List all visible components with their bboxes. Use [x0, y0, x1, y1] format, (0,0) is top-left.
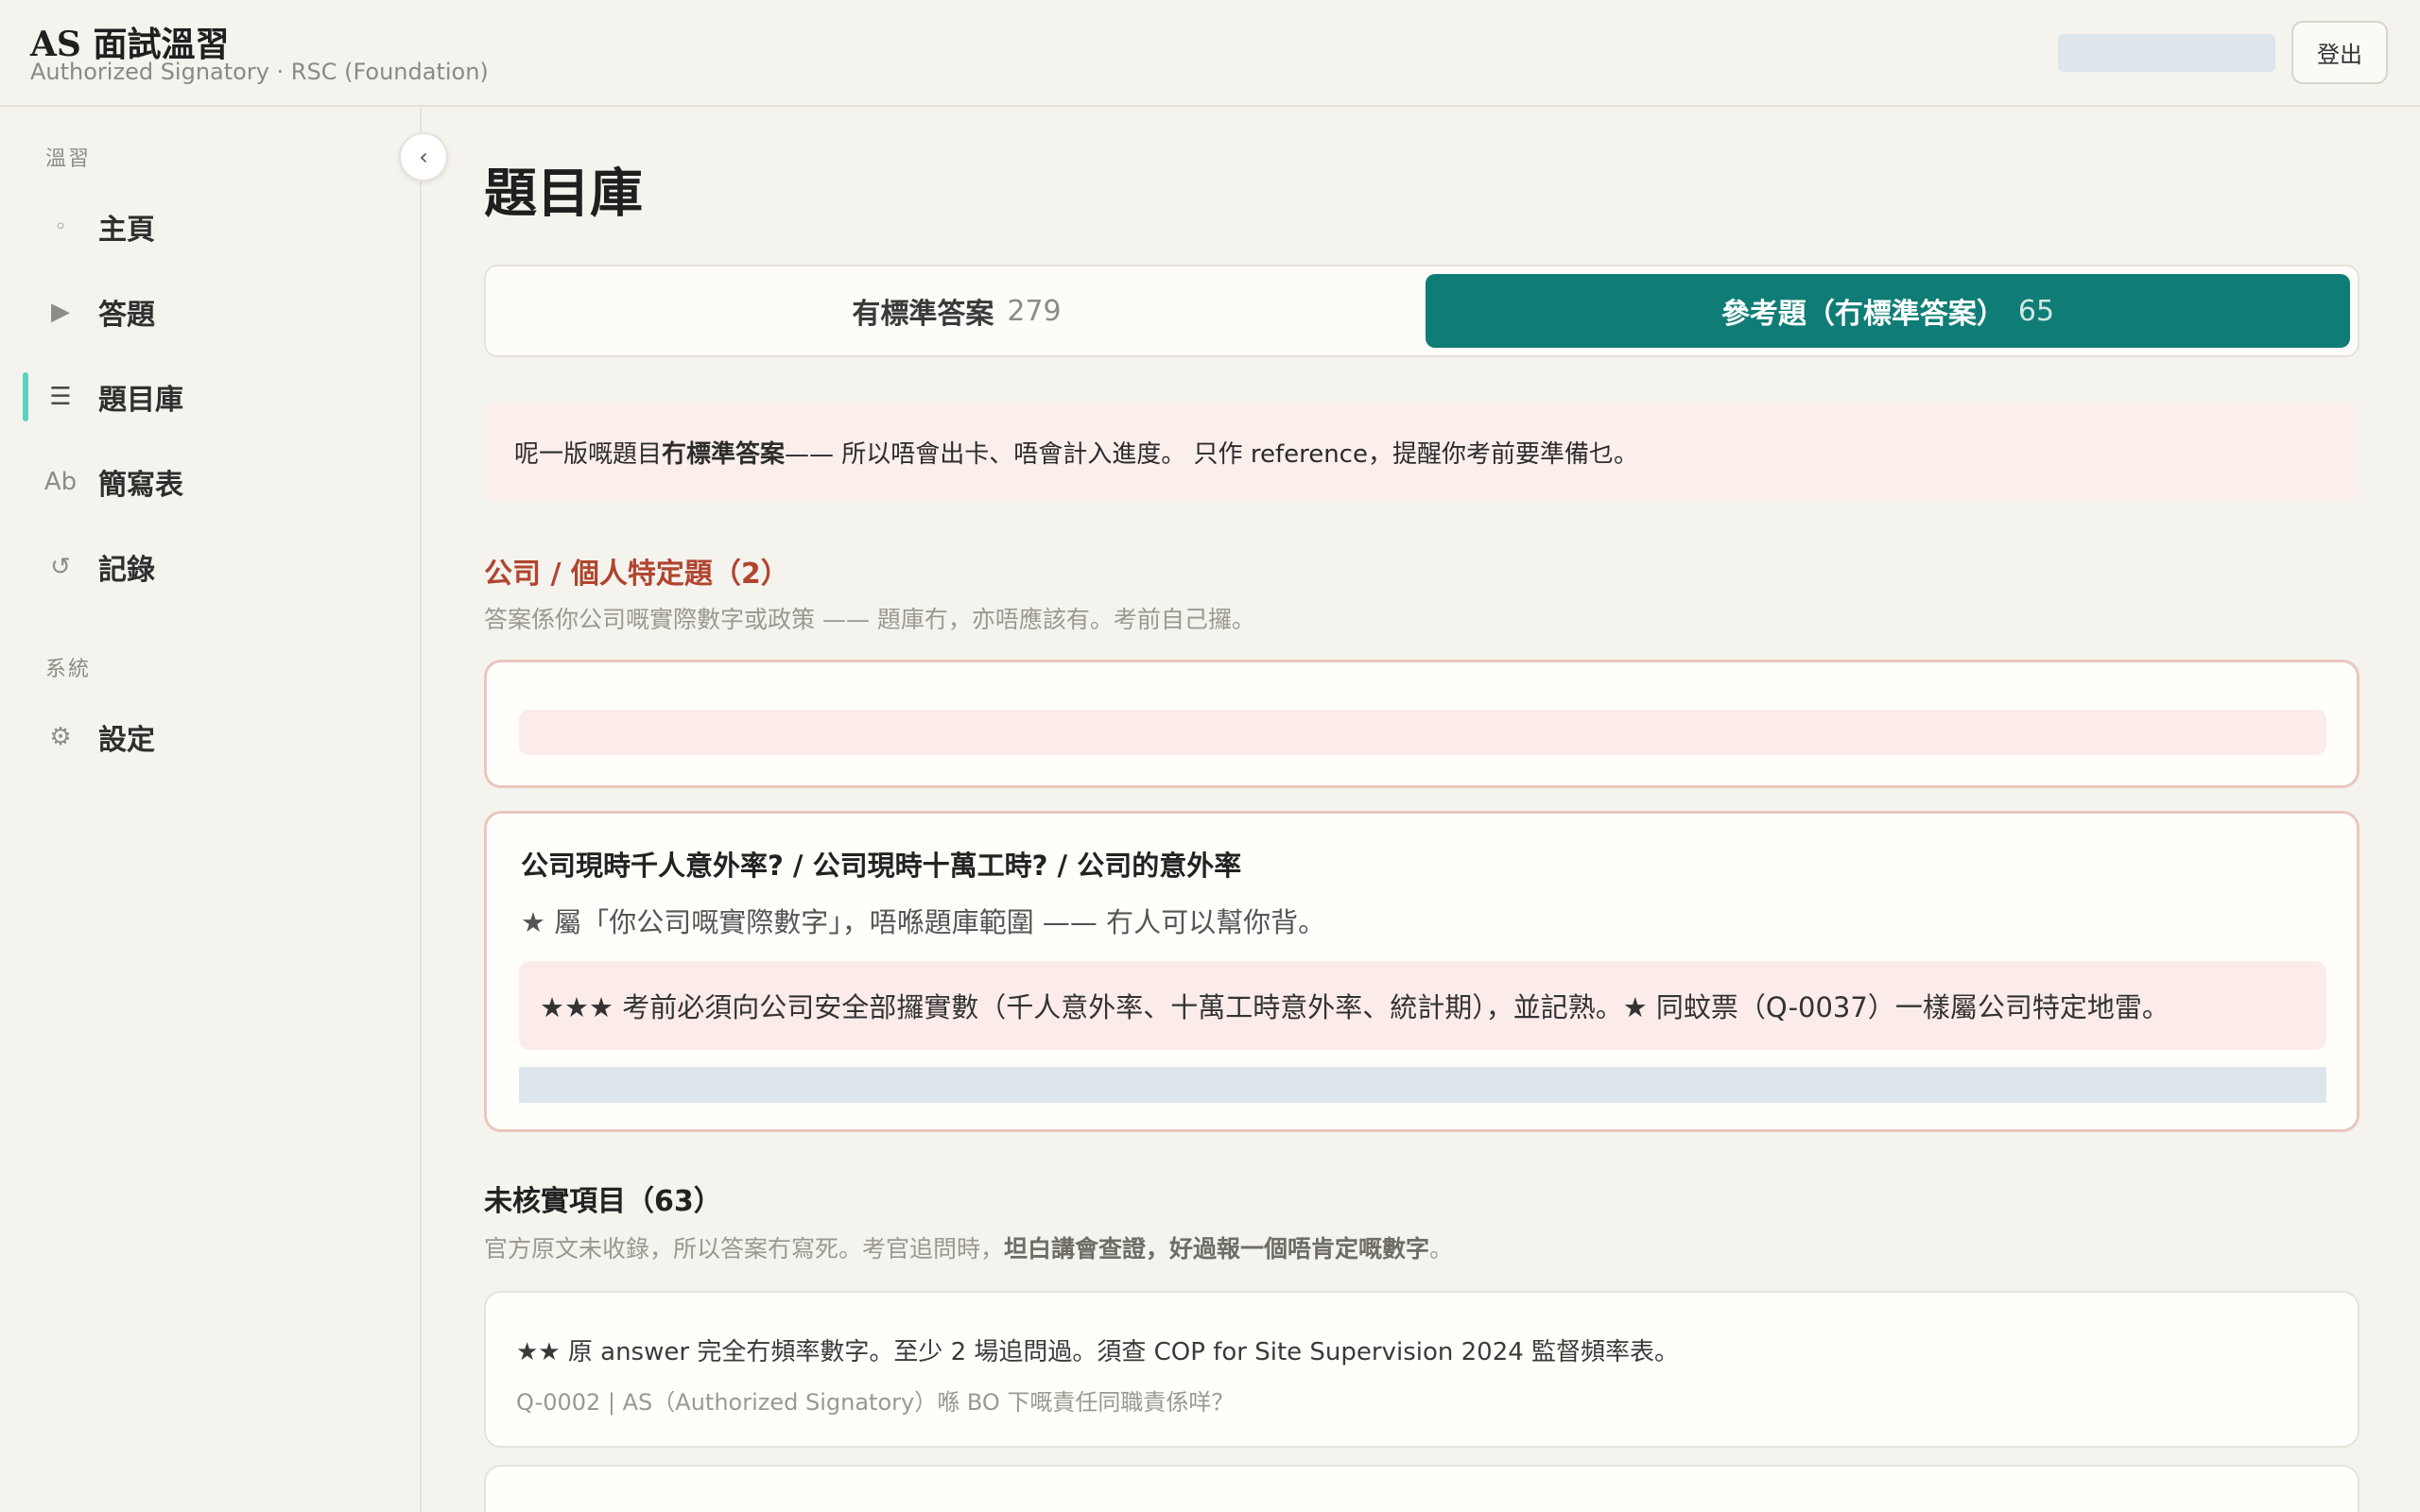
unverified-section-heading: 未核實項目（63） [484, 1185, 722, 1218]
sidebar-item-label: 主頁 [98, 214, 155, 247]
tab-label: 有標準答案 [852, 298, 994, 331]
company-question-card[interactable]: 公司現時千人意外率? / 公司現時十萬工時? / 公司的意外率 ★ 屬「你公司嘅… [484, 811, 2360, 1132]
page-title: 題目庫 [484, 163, 643, 225]
unverified-question-card[interactable]: ★★ 原 answer 完全冇頻率數字。至少 2 場追問過。須查 COP for… [484, 1291, 2360, 1448]
app-subtitle: Authorized Signatory · RSC (Foundation) [30, 59, 489, 85]
sidebar-item-label: 記錄 [98, 554, 155, 587]
notice-suffix: —— 所以唔會出卡、唔會計入進度。 只作 reference，提醒你考前要準備乜… [785, 439, 1638, 469]
unverified-section-subtitle: 官方原文未收錄，所以答案冇寫死。考官追問時，坦白講會查證，好過報一個唔肯定嘅數字… [484, 1230, 1453, 1264]
sidebar-item-question-bank[interactable]: ☰ 題目庫 [23, 367, 401, 427]
question-text: Q-0002 | AS（Authorized Signatory）喺 BO 下嘅… [516, 1389, 1235, 1416]
sidebar-collapse-button[interactable]: ‹ [399, 132, 448, 181]
subtitle-suffix: 。 [1429, 1235, 1454, 1263]
sidebar-section-system: 系統 [45, 658, 92, 681]
home-dot-icon: ◦ [54, 215, 67, 239]
question-type-tabs: 有標準答案 279 參考題（冇標準答案） 65 [484, 265, 2360, 357]
question-note: ★ 屬「你公司嘅實際數字」，唔喺題庫範圍 —— 冇人可以幫你背。 [521, 906, 1326, 938]
tab-count: 279 [1007, 294, 1062, 328]
gear-icon: ⚙ [49, 723, 72, 751]
tab-standard-answers[interactable]: 有標準答案 279 [493, 274, 1420, 348]
subtitle-bold: 坦白講會查證，好過報一個唔肯定嘅數字 [1004, 1235, 1430, 1263]
sidebar-item-home[interactable]: ◦ 主頁 [23, 197, 401, 257]
sidebar-item-quiz[interactable]: ▶ 答題 [23, 282, 401, 342]
question-callout: ★★★ 考前必須向公司安全部攞實數（千人意外率、十萬工時意外率、統計期），並記熟… [519, 961, 2326, 1050]
company-section-subtitle: 答案係你公司嘅實際數字或政策 —— 題庫冇，亦唔應該有。考前自己攞。 [484, 606, 1255, 633]
tab-label: 參考題（冇標準答案） [1720, 298, 2005, 331]
question-title: 公司現時千人意外率? / 公司現時十萬工時? / 公司的意外率 [521, 850, 1242, 882]
company-question-card-placeholder[interactable] [484, 660, 2360, 788]
subtitle-prefix: 官方原文未收錄，所以答案冇寫死。考官追問時， [484, 1235, 1005, 1263]
app-header: AS 面試溫習 Authorized Signatory · RSC (Foun… [0, 0, 2420, 107]
answer-placeholder-bar [519, 1067, 2326, 1103]
sidebar-item-label: 答題 [98, 299, 155, 332]
history-icon: ↺ [50, 553, 71, 581]
abbreviation-icon: Ab [43, 468, 78, 496]
sidebar-item-abbreviations[interactable]: Ab 簡寫表 [23, 452, 401, 512]
reference-notice-banner: 呢一版嘅題目 冇標準答案 —— 所以唔會出卡、唔會計入進度。 只作 referen… [484, 403, 2360, 501]
sidebar: 溫習 ◦ 主頁 ▶ 答題 ☰ 題目庫 Ab 簡寫表 ↺ 記錄 系統 ⚙ 設定 [0, 108, 422, 1512]
loading-skeleton-bar [519, 710, 2326, 755]
unverified-question-card[interactable] [484, 1465, 2360, 1512]
sidebar-item-label: 簡寫表 [98, 469, 183, 502]
sidebar-item-label: 設定 [98, 724, 155, 757]
sidebar-item-label: 題目庫 [98, 384, 183, 417]
sidebar-section-review: 溫習 [45, 147, 92, 171]
company-section-heading: 公司 / 個人特定題（2） [484, 558, 789, 591]
question-note: ★★ 原 answer 完全冇頻率數字。至少 2 場追問過。須查 COP for… [516, 1338, 1680, 1366]
notice-prefix: 呢一版嘅題目 [514, 439, 663, 469]
play-icon: ▶ [51, 298, 70, 326]
logout-button[interactable]: 登出 [2291, 21, 2388, 84]
tab-count: 65 [2017, 294, 2055, 328]
list-icon: ☰ [49, 383, 72, 411]
sidebar-item-settings[interactable]: ⚙ 設定 [23, 707, 401, 767]
sidebar-item-history[interactable]: ↺ 記錄 [23, 537, 401, 597]
tab-reference-questions[interactable]: 參考題（冇標準答案） 65 [1426, 274, 2350, 348]
user-placeholder-pill [2058, 34, 2275, 72]
notice-bold: 冇標準答案 [662, 439, 786, 469]
chevron-left-icon: ‹ [419, 144, 428, 170]
